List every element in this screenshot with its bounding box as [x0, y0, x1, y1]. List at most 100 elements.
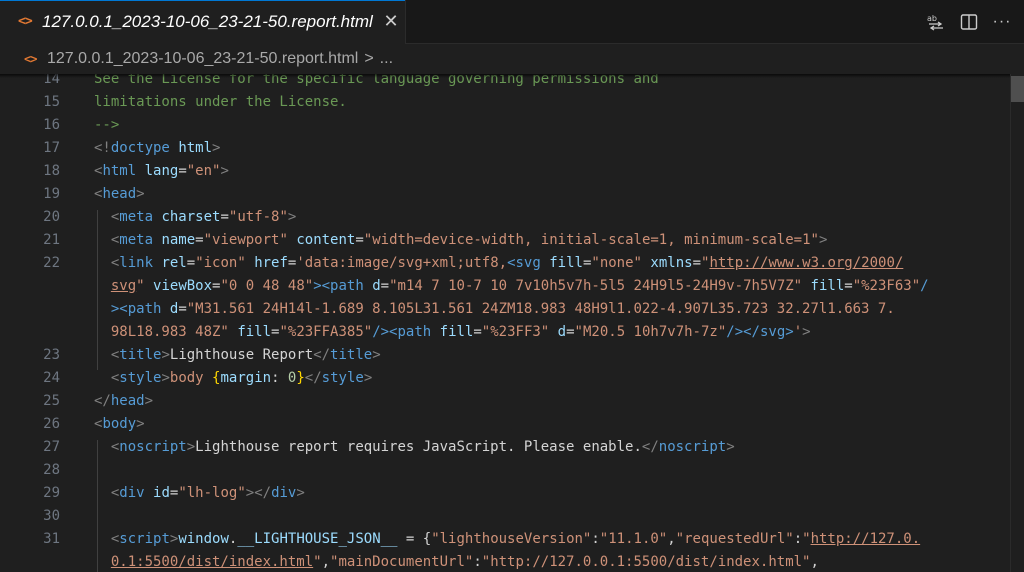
code-line[interactable]: <noscript>Lighthouse report requires Jav…	[94, 437, 735, 457]
code-token: div	[119, 485, 145, 501]
code-token: >	[161, 370, 170, 386]
code-token: =	[355, 232, 364, 248]
code-line[interactable]: <html lang="en">	[94, 161, 229, 181]
line-number: 22	[43, 255, 60, 271]
line-number: 24	[43, 370, 60, 386]
code-token: "%23FF3"	[481, 324, 550, 340]
code-line[interactable]: <!doctype html>	[94, 138, 220, 158]
tab-report-html[interactable]: <> 127.0.0.1_2023-10-06_23-21-50.report.…	[0, 0, 406, 44]
close-icon[interactable]: ✕	[381, 10, 401, 32]
code-token: "width=device-width, initial-scale=1, mi…	[363, 232, 819, 248]
html-file-icon: <>	[24, 52, 37, 66]
code-token: :	[793, 531, 803, 547]
code-token: fill	[549, 255, 583, 271]
code-token: style	[321, 370, 364, 386]
compare-changes-icon[interactable]: ab	[926, 12, 946, 32]
code-token: 'data:image/svg+xml;utf8,	[296, 255, 508, 271]
code-token: http://www.w3.org/2000/	[709, 255, 904, 271]
code-line[interactable]: <meta name="viewport" content="width=dev…	[94, 230, 828, 250]
code-token: title	[330, 347, 373, 363]
code-token: head	[110, 393, 145, 409]
code-line[interactable]: 0.1:5500/dist/index.html","mainDocumentU…	[94, 552, 819, 572]
code-line[interactable]: <title>Lighthouse Report</title>	[94, 345, 381, 365]
code-token: :	[591, 531, 600, 547]
code-token: id	[153, 485, 170, 501]
scrollbar-thumb[interactable]	[1011, 76, 1024, 102]
code-token: title	[119, 347, 162, 363]
code-token: window	[178, 531, 229, 547]
code-token: "M20.5 10h7v7h-7z"	[574, 324, 727, 340]
code-token: /><path	[372, 324, 432, 340]
code-token: =	[566, 324, 575, 340]
code-token: "requestedUrl"	[675, 531, 794, 547]
svg-text:ab: ab	[927, 14, 937, 23]
code-token: }	[296, 370, 305, 386]
line-number: 15	[43, 94, 60, 110]
line-number: 27	[43, 439, 60, 455]
code-token: limitations under the License.	[94, 94, 347, 110]
code-line[interactable]: limitations under the License.	[94, 92, 347, 112]
code-token: svg	[110, 278, 137, 294]
split-editor-icon[interactable]	[959, 12, 979, 32]
code-token: "M31.561 24H14l-1.689 8.105L31.561 24ZM1…	[186, 301, 895, 317]
code-token: =	[195, 232, 204, 248]
code-line[interactable]: <div id="lh-log"></div>	[94, 483, 305, 503]
code-token: name	[161, 232, 196, 248]
code-token: "icon"	[195, 255, 246, 271]
code-token: charset	[161, 209, 221, 225]
code-token: >	[296, 485, 305, 501]
code-token: fill	[810, 278, 845, 294]
code-token: script	[119, 531, 170, 547]
code-token: viewBox	[153, 278, 213, 294]
code-token: >	[212, 140, 221, 156]
code-line[interactable]: <style>body {margin: 0}</style>	[94, 368, 372, 388]
line-number: 17	[43, 140, 60, 156]
code-token: ><path	[110, 301, 162, 317]
code-token: >	[287, 209, 297, 225]
code-token: =	[220, 209, 229, 225]
code-line[interactable]: svg" viewBox="0 0 48 48"><path d="m14 7 …	[94, 276, 929, 296]
code-editor[interactable]: 14 15 16 17 18 19 20 21 22 23 24 25 26 27 28 29 30 31 See…	[0, 74, 1024, 572]
line-number: 25	[43, 393, 60, 409]
line-number: 23	[43, 347, 60, 363]
code-token: :	[271, 370, 288, 386]
code-token: d	[557, 324, 567, 340]
code-token: >	[372, 347, 381, 363]
code-token: =	[186, 255, 196, 271]
code-line[interactable]: <body>	[94, 414, 145, 434]
code-line[interactable]: <head>	[94, 184, 145, 204]
code-token: noscript	[119, 439, 187, 455]
line-number: 19	[43, 186, 60, 202]
code-token: margin	[220, 370, 272, 386]
code-token: __LIGHTHOUSE_JSON__	[237, 531, 398, 547]
code-token: d	[372, 278, 381, 294]
code-line[interactable]: <meta charset="utf-8">	[94, 207, 297, 227]
code-line[interactable]: </head>	[94, 391, 153, 411]
code-line[interactable]: -->	[94, 115, 119, 135]
more-actions-icon[interactable]: ···	[992, 12, 1012, 32]
code-token: Lighthouse Report	[169, 347, 314, 363]
code-line[interactable]: 98L18.983 48Z" fill="%23FFA385"/><path f…	[94, 322, 811, 342]
code-token: rel	[161, 255, 187, 271]
code-token: ></	[245, 485, 272, 501]
line-number: 26	[43, 416, 60, 432]
code-token: "mainDocumentUrl"	[330, 554, 474, 570]
indent-guide	[97, 210, 98, 370]
breadcrumb-symbols[interactable]: ...	[380, 50, 393, 68]
code-line[interactable]: ><path d="M31.561 24H14l-1.689 8.105L31.…	[94, 299, 895, 319]
line-number: 30	[43, 508, 60, 524]
code-token: fill	[439, 324, 474, 340]
code-line[interactable]: <script>window.__LIGHTHOUSE_JSON__ = {"l…	[94, 529, 920, 549]
breadcrumb-file[interactable]: 127.0.0.1_2023-10-06_23-21-50.report.htm…	[47, 50, 358, 68]
code-token: "	[802, 531, 811, 547]
code-token: 0.1:5500/dist/index.html	[110, 554, 314, 570]
code-line[interactable]: <link rel="icon" href='data:image/svg+xm…	[94, 253, 903, 273]
code-token: ,	[667, 531, 676, 547]
vertical-scrollbar[interactable]	[1010, 74, 1024, 572]
code-token: >	[136, 416, 145, 432]
